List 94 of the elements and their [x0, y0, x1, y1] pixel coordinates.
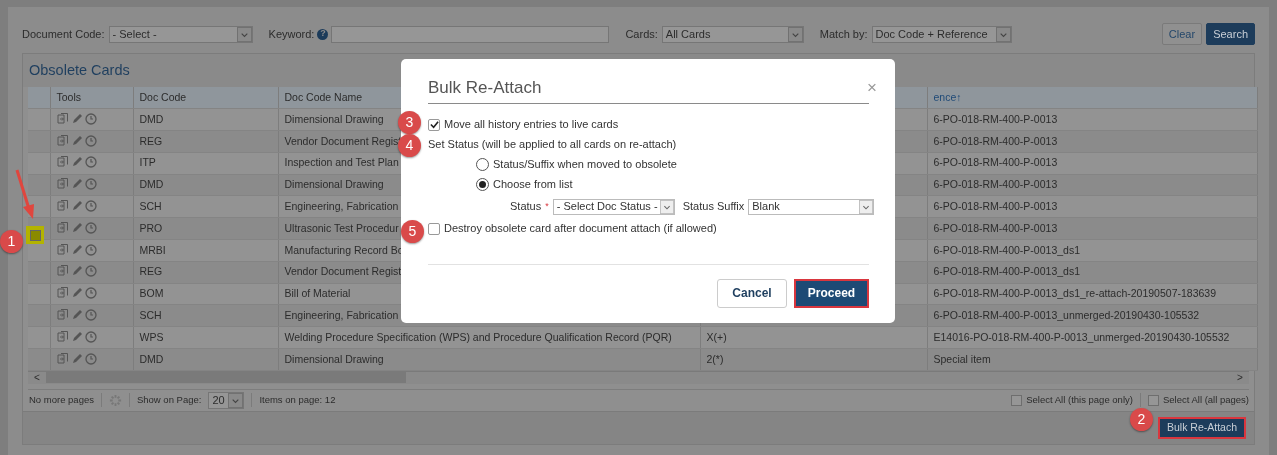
documents-icon[interactable] — [56, 309, 69, 321]
pencil-icon[interactable] — [70, 221, 83, 234]
table-cell: 6-PO-018-RM-400-P-0013 — [927, 152, 1257, 175]
caret-icon — [228, 392, 244, 408]
documents-icon[interactable] — [56, 265, 69, 278]
caret-icon — [787, 26, 803, 42]
match-by-select[interactable]: Doc Code + Reference — [871, 25, 1012, 43]
pencil-icon[interactable] — [70, 352, 83, 365]
pencil-icon[interactable] — [70, 156, 83, 169]
table-cell: X(+) — [700, 326, 927, 349]
field-label: Show on Page: — [136, 393, 202, 408]
clock-icon[interactable] — [84, 352, 97, 365]
column-header: Doc Code — [133, 87, 278, 109]
column-header: Tools — [50, 87, 133, 109]
table-cell: 6-PO-018-RM-400-P-0013 — [927, 174, 1257, 196]
documents-icon[interactable] — [56, 112, 69, 125]
paging-text: No more pages — [29, 393, 94, 408]
checkbox-option[interactable]: Move all history entries to live cards — [428, 114, 869, 135]
section-label: Set Status (will be applied to all cards on re-attach) — [428, 137, 677, 153]
scroll-left-arrow[interactable]: < — [28, 370, 46, 386]
caret-icon — [659, 199, 674, 214]
items-count: Items on page: 12 — [259, 393, 336, 408]
keyword-field[interactable] — [331, 25, 610, 43]
status-suffix-select[interactable]: Blank — [748, 198, 875, 215]
spinner-icon — [108, 393, 122, 407]
checkmark-icon — [429, 120, 439, 129]
page-size-select[interactable]: 20 — [208, 391, 245, 409]
clock-icon[interactable] — [84, 112, 97, 125]
pencil-icon[interactable] — [70, 330, 83, 343]
pencil-icon[interactable] — [70, 200, 83, 212]
pointer-arrow — [14, 169, 36, 221]
field-label: Cards: — [625, 26, 658, 42]
documents-icon[interactable] — [56, 221, 69, 234]
pencil-icon[interactable] — [70, 243, 83, 256]
column-header[interactable]: ence↑ — [927, 87, 1257, 109]
table-cell: 6-PO-018-RM-400-P-0013_unmerged-20190430-105532 — [927, 304, 1257, 327]
field-label: Keyword: — [268, 26, 315, 42]
table-cell: Special item — [927, 348, 1257, 371]
caret-icon — [859, 199, 874, 214]
pencil-icon[interactable] — [70, 309, 83, 321]
required-mark: * — [545, 199, 549, 213]
search-button[interactable]: Search — [1206, 22, 1255, 46]
table-cell: 6-PO-018-RM-400-P-0013_ds1 — [927, 261, 1257, 284]
document-code-select[interactable]: - Select - — [108, 25, 253, 43]
documents-icon[interactable] — [56, 200, 69, 212]
documents-icon[interactable] — [56, 134, 69, 147]
clock-icon[interactable] — [84, 134, 97, 147]
status-select[interactable]: - Select Doc Status - — [552, 198, 675, 215]
table-cell: 6-PO-018-RM-400-P-0013_ds1_re-attach-20190507-183639 — [927, 283, 1257, 305]
table-cell: 6-PO-018-RM-400-P-0013 — [927, 196, 1257, 218]
caret-icon — [236, 26, 252, 42]
clock-icon[interactable] — [84, 265, 97, 278]
clock-icon[interactable] — [84, 243, 97, 256]
documents-icon[interactable] — [56, 352, 69, 365]
field-label: Status — [510, 199, 542, 215]
select-all-checkbox[interactable]: Select All (this page only) — [1011, 393, 1133, 408]
pencil-icon[interactable] — [70, 134, 83, 147]
bulk-reattach-button[interactable]: Bulk Re-Attach — [1157, 417, 1246, 439]
cancel-button[interactable]: Cancel — [717, 278, 787, 308]
field-label: Document Code: — [22, 26, 105, 42]
table-cell: Welding Procedure Specification (WPS) and Procedure Qualification Record (PQR) — [278, 326, 700, 349]
clear-button[interactable]: Clear — [1161, 22, 1203, 46]
table-cell: 6-PO-018-RM-400-P-0013 — [927, 217, 1257, 240]
field-label: Match by: — [819, 26, 868, 42]
table-cell: 6-PO-018-RM-400-P-0013_ds1 — [927, 239, 1257, 262]
documents-icon[interactable] — [56, 330, 69, 343]
pencil-icon[interactable] — [70, 178, 83, 191]
clock-icon[interactable] — [84, 287, 97, 300]
pencil-icon[interactable] — [70, 287, 83, 300]
documents-icon[interactable] — [56, 287, 69, 300]
checkbox-option[interactable]: Destroy obsolete card after document attach (if allowed) — [428, 218, 869, 239]
help-icon[interactable]: ? — [317, 28, 329, 40]
documents-icon[interactable] — [56, 156, 69, 169]
clock-icon[interactable] — [84, 200, 97, 212]
table-cell: 6-PO-018-RM-400-P-0013 — [927, 130, 1257, 153]
pencil-icon[interactable] — [70, 265, 83, 278]
clock-icon[interactable] — [84, 178, 97, 191]
clock-icon[interactable] — [84, 309, 97, 321]
select-all-checkbox[interactable]: Select All (all pages) — [1147, 393, 1249, 408]
cards-select[interactable]: All Cards — [661, 25, 804, 43]
table-cell: Dimensional Drawing — [278, 348, 700, 371]
documents-icon[interactable] — [56, 243, 69, 256]
table-cell: 2(*) — [700, 348, 927, 371]
table-cell: 6-PO-018-RM-400-P-0013 — [927, 108, 1257, 131]
caret-icon — [995, 26, 1011, 42]
documents-icon[interactable] — [56, 178, 69, 191]
proceed-button[interactable]: Proceed — [794, 278, 869, 308]
clock-icon[interactable] — [84, 156, 97, 169]
table-cell: E14016-PO-018-RM-400-P-0013_unmerged-20190430-105532 — [927, 326, 1257, 349]
clock-icon[interactable] — [84, 330, 97, 343]
clock-icon[interactable] — [84, 221, 97, 234]
scroll-right-arrow[interactable]: > — [1231, 370, 1249, 386]
pencil-icon[interactable] — [70, 112, 83, 125]
step-badge: 1 — [0, 230, 23, 253]
